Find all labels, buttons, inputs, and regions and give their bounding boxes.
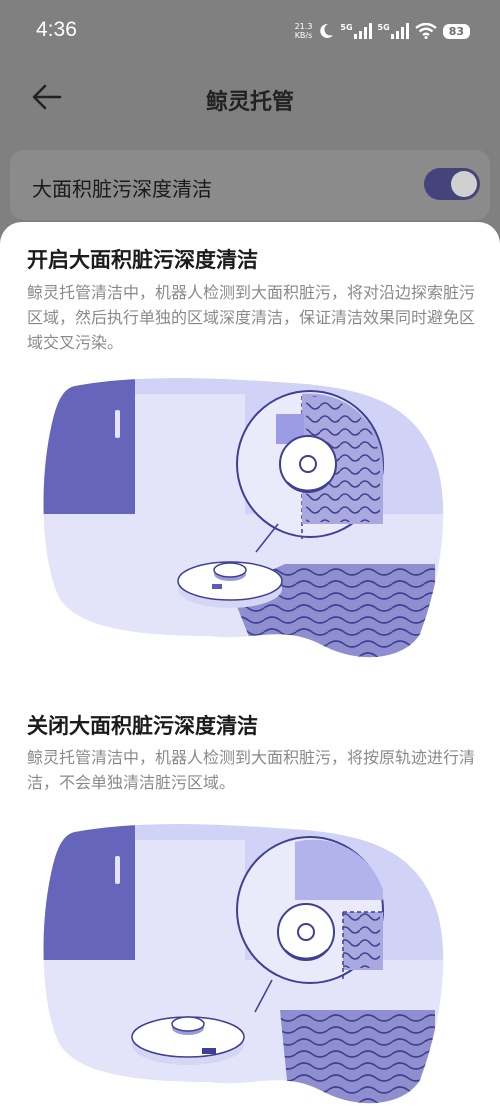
- deep-clean-on-illustration: [43, 378, 444, 658]
- page-title: 鲸灵托管: [205, 90, 294, 115]
- wifi-icon: [414, 23, 437, 39]
- deep-clean-off-illustration: [43, 824, 444, 1104]
- network-speed: 21.3 KB/s: [294, 22, 313, 40]
- battery-indicator: 83: [442, 23, 470, 39]
- info-sheet: 开启大面积脏污深度清洁 鲸灵托管清洁中，机器人检测到大面积脏污，将对沿边探索脏污…: [0, 222, 500, 1113]
- signal-5g-icon: 5G: [340, 23, 372, 39]
- setting-row-deep-clean: 大面积脏污深度清洁: [10, 150, 490, 220]
- section-off-description: 鲸灵托管清洁中，机器人检测到大面积脏污，将按原轨迹进行清洁，不会单独清洁脏污区域…: [27, 748, 476, 792]
- section-off-title: 关闭大面积脏污深度清洁: [27, 714, 258, 738]
- section-on-title: 开启大面积脏污深度清洁: [27, 248, 258, 272]
- status-time: 4:36: [36, 18, 77, 41]
- setting-label: 大面积脏污深度清洁: [32, 177, 212, 201]
- status-bar: 4:36 21.3 KB/s 5G 5G 83: [0, 0, 500, 60]
- signal-5g-icon-2: 5G: [378, 23, 409, 39]
- moon-icon: [320, 23, 334, 38]
- header: 鲸灵托管: [0, 70, 500, 126]
- section-on-description: 鲸灵托管清洁中，机器人检测到大面积脏污，将对沿边探索脏污区域，然后执行单独的区域…: [27, 283, 476, 352]
- deep-clean-toggle[interactable]: [424, 168, 480, 200]
- toggle-knob: [451, 171, 477, 197]
- status-icons: 21.3 KB/s 5G 5G 83: [295, 18, 470, 44]
